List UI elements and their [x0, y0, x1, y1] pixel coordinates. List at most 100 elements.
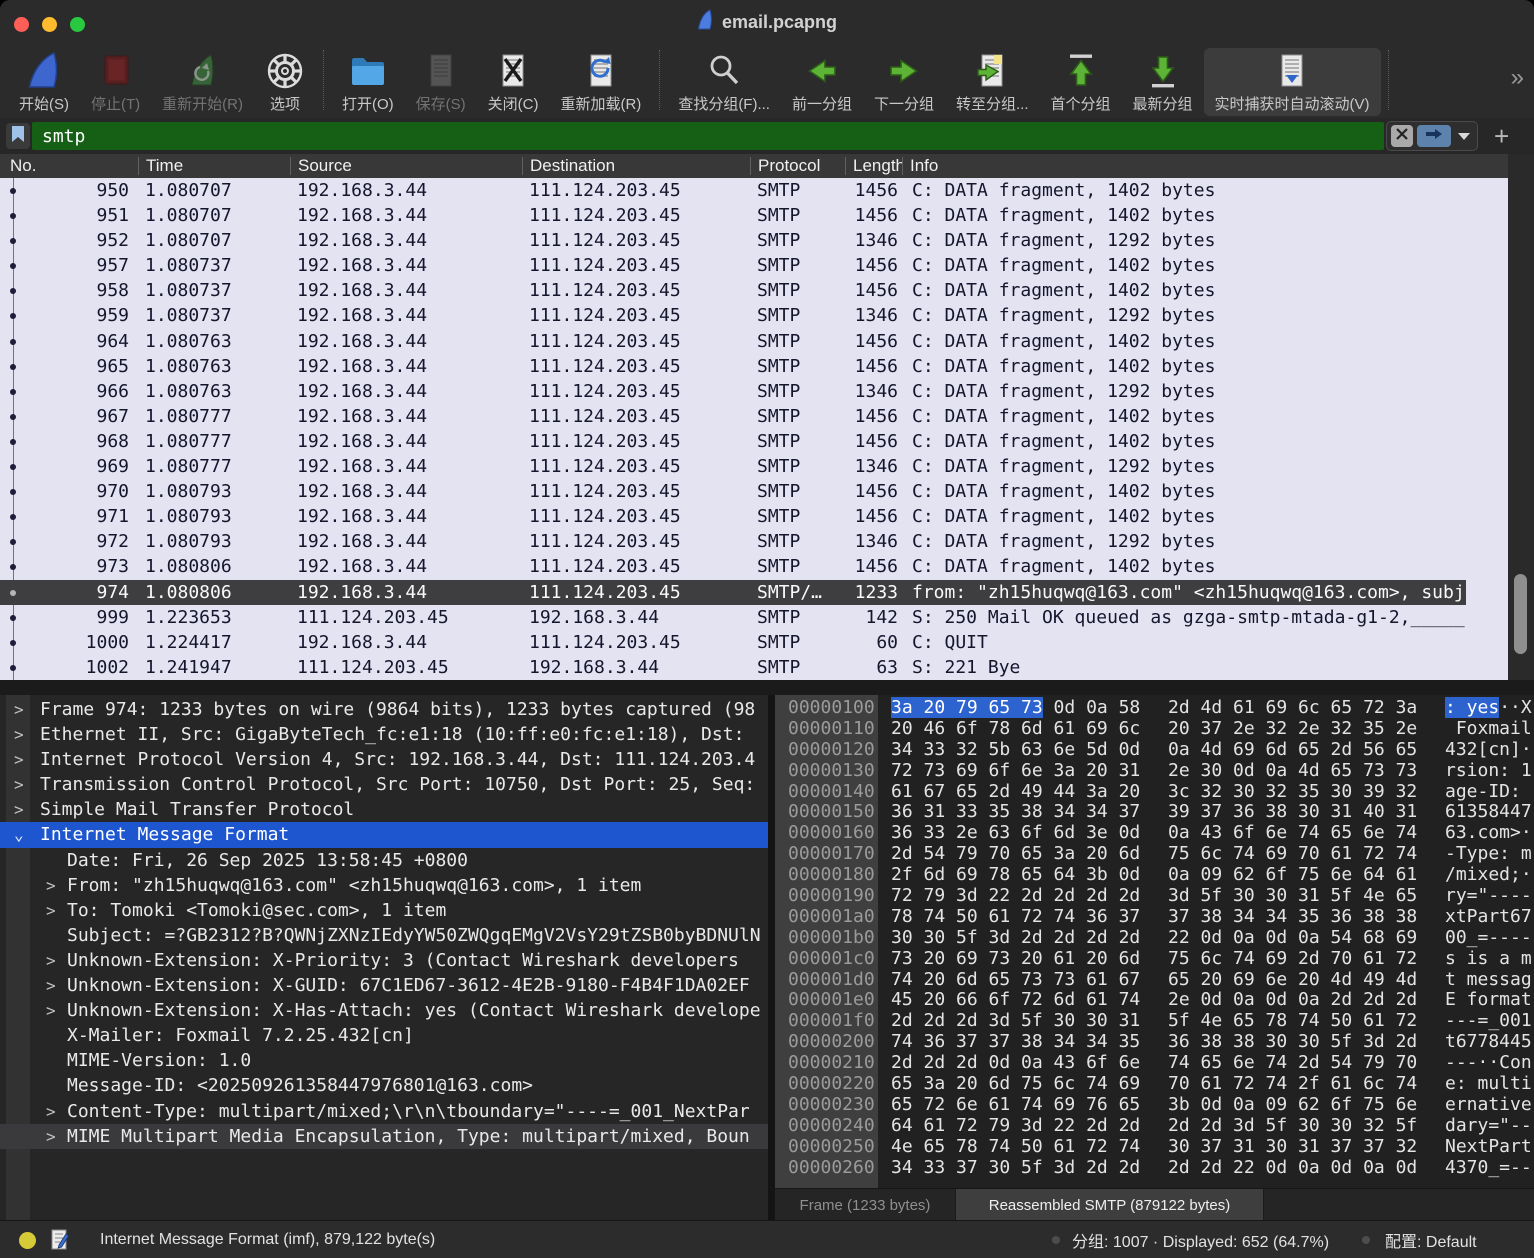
hex-row[interactable]: 000002102d 2d 2d 0d 0a 43 6f 6e74 65 6e …: [775, 1053, 1534, 1074]
toolbar-button-close[interactable]: 关闭(C): [477, 48, 550, 116]
packet-row[interactable]: 9581.080737192.168.3.44111.124.203.45SMT…: [0, 278, 1466, 303]
packet-row[interactable]: 9741.080806192.168.3.44111.124.203.45SMT…: [0, 580, 1466, 605]
packet-row[interactable]: 9701.080793192.168.3.44111.124.203.45SMT…: [0, 479, 1466, 504]
toolbar-button-next[interactable]: 下一分组: [863, 48, 945, 116]
detail-row[interactable]: >Transmission Control Protocol, Src Port…: [0, 772, 768, 797]
hex-row[interactable]: 0000022065 3a 20 6d 75 6c 74 6970 61 72 …: [775, 1074, 1534, 1095]
expander-closed-icon[interactable]: >: [46, 948, 56, 973]
toolbar-button-restart[interactable]: 重新开始(R): [151, 48, 254, 116]
hex-row[interactable]: 0000015036 31 33 35 38 34 34 3739 37 36 …: [775, 802, 1534, 823]
detail-row[interactable]: Subject: =?GB2312?B?QWNjZXNzIEdyYW50ZWQg…: [0, 923, 768, 948]
hex-row[interactable]: 000001a078 74 50 61 72 74 36 3737 38 34 …: [775, 907, 1534, 928]
toolbar-overflow-chevron[interactable]: »: [1511, 64, 1524, 92]
expander-closed-icon[interactable]: >: [14, 697, 24, 722]
detail-row[interactable]: >From: "zh15huqwq@163.com" <zh15huqwq@16…: [0, 873, 768, 898]
packet-row[interactable]: 9731.080806192.168.3.44111.124.203.45SMT…: [0, 554, 1466, 579]
toolbar-button-last[interactable]: 最新分组: [1122, 48, 1204, 116]
packet-row[interactable]: 9501.080707192.168.3.44111.124.203.45SMT…: [0, 178, 1466, 203]
hex-row[interactable]: 000001702d 54 79 70 65 3a 20 6d75 6c 74 …: [775, 844, 1534, 865]
bytes-tab-frame[interactable]: Frame (1233 bytes): [775, 1189, 956, 1221]
detail-row[interactable]: >Internet Protocol Version 4, Src: 192.1…: [0, 747, 768, 772]
packet-row[interactable]: 9661.080763192.168.3.44111.124.203.45SMT…: [0, 379, 1466, 404]
detail-row[interactable]: Date: Fri, 26 Sep 2025 13:58:45 +0800: [0, 848, 768, 873]
status-profile[interactable]: 配置: Default: [1385, 1221, 1477, 1258]
column-header-protocol[interactable]: Protocol: [750, 157, 845, 175]
expander-closed-icon[interactable]: >: [46, 973, 56, 998]
hex-row[interactable]: 000001e045 20 66 6f 72 6d 61 742e 0d 0a …: [775, 990, 1534, 1011]
expander-closed-icon[interactable]: >: [14, 797, 24, 822]
expander-closed-icon[interactable]: >: [14, 772, 24, 797]
expert-info-icon[interactable]: [19, 1232, 36, 1249]
toolbar-button-reload[interactable]: 重新加载(R): [549, 48, 652, 116]
filter-clear-button[interactable]: [1391, 125, 1413, 147]
detail-row[interactable]: >MIME Multipart Media Encapsulation, Typ…: [0, 1124, 768, 1149]
toolbar-button-start[interactable]: 开始(S): [8, 48, 80, 116]
detail-row[interactable]: >To: Tomoki <Tomoki@sec.com>, 1 item: [0, 898, 768, 923]
toolbar-button-autoscroll[interactable]: 实时捕获时自动滚动(V): [1204, 48, 1381, 116]
vertical-splitter[interactable]: [768, 695, 775, 1220]
detail-row[interactable]: ⌄Internet Message Format: [0, 822, 768, 847]
packet-row[interactable]: 9571.080737192.168.3.44111.124.203.45SMT…: [0, 253, 1466, 278]
toolbar-button-options[interactable]: 选项: [254, 48, 316, 116]
toolbar-button-first[interactable]: 首个分组: [1040, 48, 1122, 116]
hex-row[interactable]: 0000024064 61 72 79 3d 22 2d 2d2d 2d 3d …: [775, 1116, 1534, 1137]
hex-row[interactable]: 0000014061 67 65 2d 49 44 3a 203c 32 30 …: [775, 782, 1534, 803]
packet-row[interactable]: 9521.080707192.168.3.44111.124.203.45SMT…: [0, 228, 1466, 253]
packet-row[interactable]: 9591.080737192.168.3.44111.124.203.45SMT…: [0, 303, 1466, 328]
hex-row[interactable]: 0000011020 46 6f 78 6d 61 69 6c20 37 2e …: [775, 719, 1534, 740]
packet-list-scrollbar[interactable]: [1508, 154, 1534, 680]
display-filter-input[interactable]: smtp: [32, 122, 1384, 150]
hex-row[interactable]: 000002504e 65 78 74 50 61 72 7430 37 31 …: [775, 1137, 1534, 1158]
horizontal-splitter[interactable]: [0, 680, 1534, 695]
toolbar-button-stop[interactable]: 停止(T): [80, 48, 151, 116]
toolbar-button-find[interactable]: 查找分组(F)...: [667, 48, 781, 116]
detail-row[interactable]: >Unknown-Extension: X-GUID: 67C1ED67-361…: [0, 973, 768, 998]
hex-row[interactable]: 000001c073 20 69 73 20 61 20 6d75 6c 74 …: [775, 949, 1534, 970]
toolbar-button-save[interactable]: 保存(S): [405, 48, 477, 116]
scrollbar-thumb[interactable]: [1514, 574, 1527, 654]
column-header-length[interactable]: Length: [845, 157, 902, 175]
detail-row[interactable]: Message-ID: <202509261358447976801@163.c…: [0, 1073, 768, 1098]
packet-row[interactable]: 10001.224417192.168.3.44111.124.203.45SM…: [0, 630, 1466, 655]
detail-row[interactable]: X-Mailer: Foxmail 7.2.25.432[cn]: [0, 1023, 768, 1048]
hex-row[interactable]: 0000020074 36 37 37 38 34 34 3536 38 38 …: [775, 1032, 1534, 1053]
detail-row[interactable]: MIME-Version: 1.0: [0, 1048, 768, 1073]
filter-apply-button[interactable]: [1417, 125, 1451, 147]
filter-bookmark-button[interactable]: [6, 123, 30, 149]
packet-row[interactable]: 10021.241947111.124.203.45192.168.3.44SM…: [0, 655, 1466, 680]
packet-row[interactable]: 9991.223653111.124.203.45192.168.3.44SMT…: [0, 605, 1466, 630]
toolbar-button-goto[interactable]: 转至分组...: [945, 48, 1040, 116]
hex-row[interactable]: 0000016036 33 2e 63 6f 6d 3e 0d0a 43 6f …: [775, 823, 1534, 844]
filter-add-button[interactable]: +: [1494, 126, 1509, 146]
packet-row[interactable]: 9691.080777192.168.3.44111.124.203.45SMT…: [0, 454, 1466, 479]
column-header-time[interactable]: Time: [138, 157, 290, 175]
toolbar-button-open[interactable]: 打开(O): [331, 48, 405, 116]
hex-row[interactable]: 000001003a 20 79 65 73 0d 0a 582d 4d 61 …: [775, 698, 1534, 719]
packet-row[interactable]: 9721.080793192.168.3.44111.124.203.45SMT…: [0, 529, 1466, 554]
detail-row[interactable]: >Unknown-Extension: X-Has-Attach: yes (C…: [0, 998, 768, 1023]
detail-row[interactable]: >Unknown-Extension: X-Priority: 3 (Conta…: [0, 948, 768, 973]
hex-row[interactable]: 0000019072 79 3d 22 2d 2d 2d 2d3d 5f 30 …: [775, 886, 1534, 907]
column-header-destination[interactable]: Destination: [522, 157, 750, 175]
packet-row[interactable]: 9641.080763192.168.3.44111.124.203.45SMT…: [0, 329, 1466, 354]
detail-row[interactable]: >Ethernet II, Src: GigaByteTech_fc:e1:18…: [0, 722, 768, 747]
detail-row[interactable]: >Frame 974: 1233 bytes on wire (9864 bit…: [0, 697, 768, 722]
packet-row[interactable]: 9511.080707192.168.3.44111.124.203.45SMT…: [0, 203, 1466, 228]
hex-row[interactable]: 000001f02d 2d 2d 3d 5f 30 30 315f 4e 65 …: [775, 1011, 1534, 1032]
packet-list-header[interactable]: No.TimeSourceDestinationProtocolLengthIn…: [0, 154, 1508, 178]
column-header-info[interactable]: Info: [902, 157, 1508, 175]
packet-row[interactable]: 9681.080777192.168.3.44111.124.203.45SMT…: [0, 429, 1466, 454]
expander-closed-icon[interactable]: >: [46, 1099, 56, 1124]
hex-row[interactable]: 000001802f 6d 69 78 65 64 3b 0d0a 09 62 …: [775, 865, 1534, 886]
packet-row[interactable]: 9671.080777192.168.3.44111.124.203.45SMT…: [0, 404, 1466, 429]
packet-row[interactable]: 9711.080793192.168.3.44111.124.203.45SMT…: [0, 504, 1466, 529]
bytes-tab-reassembled-smtp[interactable]: Reassembled SMTP (879122 bytes): [956, 1189, 1264, 1221]
capture-comment-icon[interactable]: [51, 1229, 69, 1256]
column-header-source[interactable]: Source: [290, 157, 522, 175]
toolbar-button-prev[interactable]: 前一分组: [781, 48, 863, 116]
expander-closed-icon[interactable]: >: [46, 998, 56, 1023]
hex-row[interactable]: 0000012034 33 32 5b 63 6e 5d 0d0a 4d 69 …: [775, 740, 1534, 761]
expander-closed-icon[interactable]: >: [14, 747, 24, 772]
expander-closed-icon[interactable]: >: [46, 898, 56, 923]
filter-history-dropdown[interactable]: [1458, 133, 1470, 140]
